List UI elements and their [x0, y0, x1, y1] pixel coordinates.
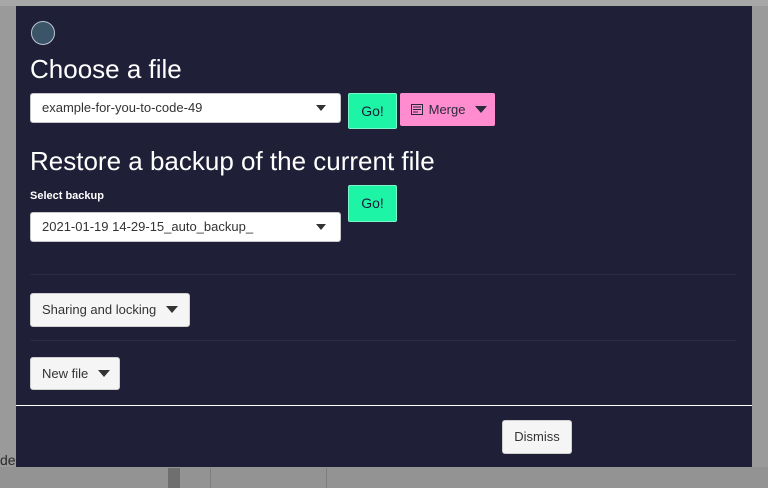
background-column: [210, 468, 327, 488]
backup-select-value: 2021-01-19 14-29-15_auto_backup_: [42, 219, 254, 234]
background-left-panel: [0, 6, 16, 488]
restore-backup-go-button[interactable]: Go!: [348, 185, 397, 222]
caret-down-icon: [316, 224, 326, 230]
caret-down-icon: [165, 306, 178, 313]
file-select[interactable]: example-for-you-to-code-49: [30, 93, 341, 123]
section-divider: [30, 274, 736, 275]
sharing-locking-button[interactable]: Sharing and locking: [30, 293, 190, 327]
dismiss-button[interactable]: Dismiss: [502, 420, 572, 454]
section-divider: [30, 340, 736, 341]
merge-label: Merge: [428, 102, 466, 117]
background-text-fragment: de: [0, 452, 16, 468]
file-select-value: example-for-you-to-code-49: [42, 100, 203, 115]
modal-footer-divider: [16, 405, 752, 406]
choose-file-title: Choose a file: [30, 54, 182, 84]
select-backup-label: Select backup: [30, 190, 104, 202]
background-scrollbar: [168, 468, 180, 488]
sharing-locking-label: Sharing and locking: [42, 302, 157, 317]
new-file-label: New file: [42, 366, 89, 381]
open-file-go-button[interactable]: Go!: [348, 93, 397, 129]
backup-select[interactable]: 2021-01-19 14-29-15_auto_backup_: [30, 212, 341, 242]
background-right-panel: [752, 6, 768, 488]
background-bottom-strip: [0, 467, 768, 488]
new-file-button[interactable]: New file: [30, 357, 120, 390]
caret-down-icon: [97, 370, 110, 377]
merge-button[interactable]: Merge: [400, 93, 495, 126]
caret-down-icon: [316, 105, 326, 111]
caret-down-icon: [475, 106, 488, 113]
restore-backup-title: Restore a backup of the current file: [30, 146, 435, 176]
file-modal: Choose a file example-for-you-to-code-49…: [16, 6, 752, 467]
flag-icon: [411, 94, 425, 127]
avatar[interactable]: [31, 21, 55, 45]
